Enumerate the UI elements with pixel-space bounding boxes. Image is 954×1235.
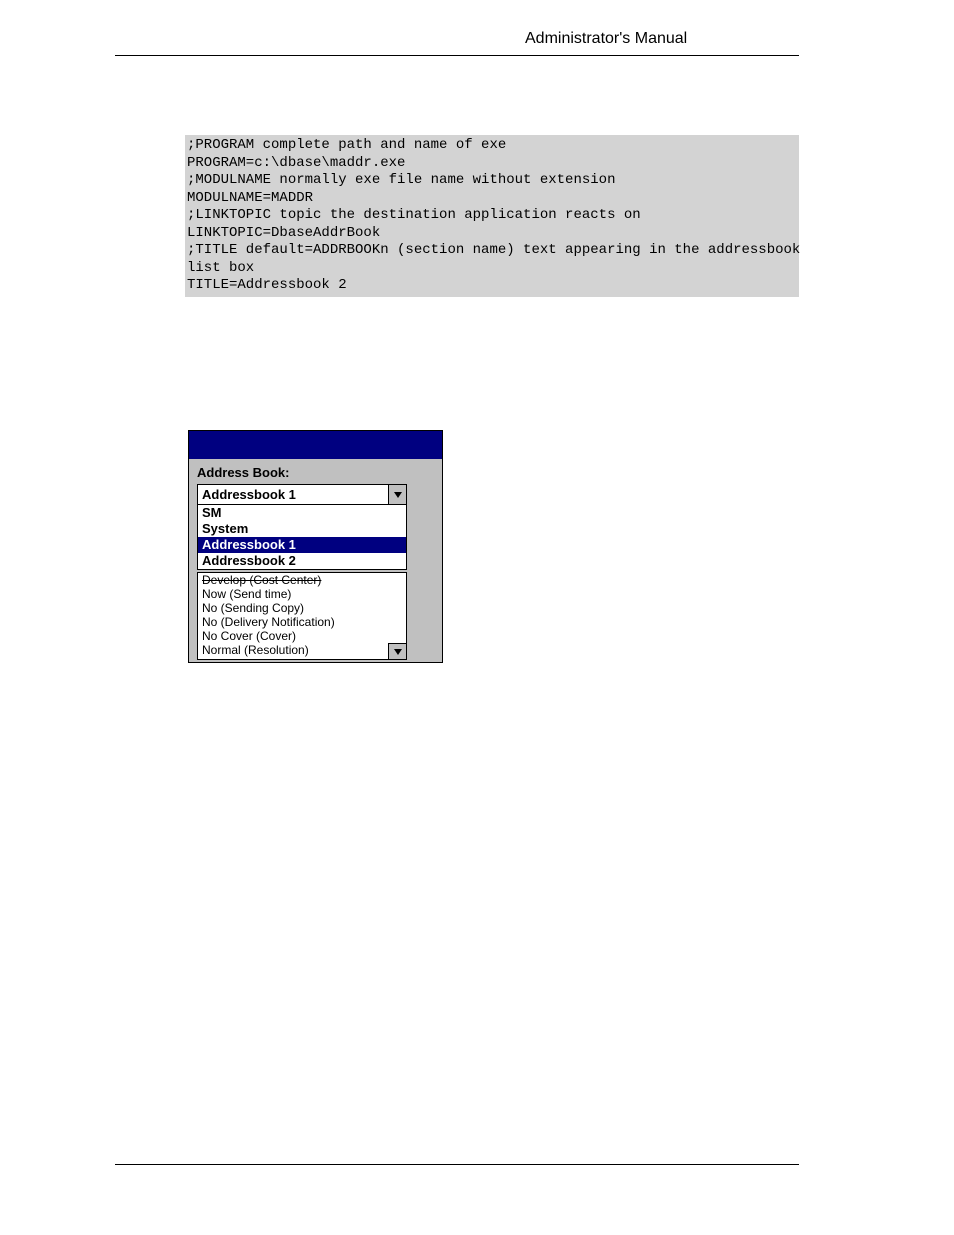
dialog-titlebar[interactable]	[189, 431, 442, 459]
settings-listbox[interactable]: Develop (Cost Center) Now (Send time) No…	[197, 572, 407, 660]
addressbook-label: Address Book:	[197, 465, 434, 480]
combo-dropdown-button[interactable]	[388, 485, 406, 504]
dialog-body: Address Book: Addressbook 1 SM System Ad…	[189, 459, 442, 662]
combo-selected-text: Addressbook 1	[198, 485, 388, 504]
listbox-scroll-down-button[interactable]	[388, 643, 406, 659]
settings-list-inner: Develop (Cost Center) Now (Send time) No…	[198, 573, 406, 659]
addressbook-dialog: Address Book: Addressbook 1 SM System Ad…	[188, 430, 443, 663]
chevron-down-icon	[393, 490, 403, 500]
dropdown-option-addressbook2[interactable]: Addressbook 2	[198, 553, 406, 569]
setting-send-time[interactable]: Now (Send time)	[202, 587, 402, 601]
setting-delivery-notification[interactable]: No (Delivery Notification)	[202, 615, 402, 629]
setting-sending-copy[interactable]: No (Sending Copy)	[202, 601, 402, 615]
config-code-block: ;PROGRAM complete path and name of exe P…	[185, 135, 799, 297]
addressbook-dropdown-list[interactable]: SM System Addressbook 1 Addressbook 2	[197, 505, 407, 570]
dropdown-option-sm[interactable]: SM	[198, 505, 406, 521]
dropdown-option-system[interactable]: System	[198, 521, 406, 537]
setting-cost-center[interactable]: Develop (Cost Center)	[202, 573, 402, 587]
dropdown-option-addressbook1[interactable]: Addressbook 1	[198, 537, 406, 553]
addressbook-combo[interactable]: Addressbook 1	[197, 484, 407, 505]
page: Administrator's Manual ;PROGRAM complete…	[0, 0, 954, 1235]
setting-resolution[interactable]: Normal (Resolution)	[202, 643, 402, 657]
page-header-title: Administrator's Manual	[525, 30, 687, 48]
chevron-down-icon	[393, 647, 403, 657]
header-rule	[115, 55, 799, 56]
footer-rule	[115, 1164, 799, 1165]
setting-cover[interactable]: No Cover (Cover)	[202, 629, 402, 643]
